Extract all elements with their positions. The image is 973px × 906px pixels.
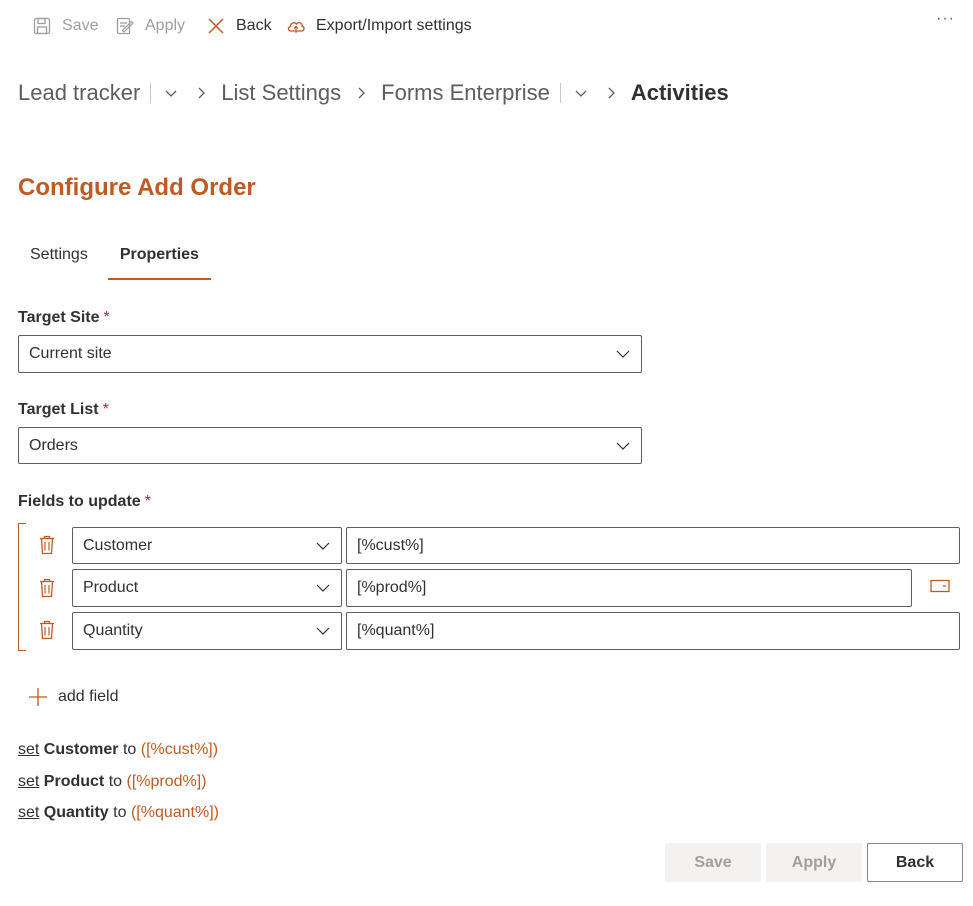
fields-to-update-label: Fields to update *: [18, 493, 151, 511]
breadcrumb: Lead tracker List Settings Forms Enterpr…: [18, 76, 729, 110]
chevron-right-icon: [193, 85, 209, 101]
back-command[interactable]: Back: [206, 14, 272, 38]
required-marker: *: [102, 401, 109, 418]
tab-bar: Settings Properties: [18, 240, 219, 282]
breadcrumb-item-activities: Activities: [630, 80, 729, 105]
expression-editor-icon[interactable]: [930, 578, 950, 594]
delete-row-button[interactable]: [37, 619, 57, 641]
delete-row-button[interactable]: [37, 577, 57, 599]
trash-icon: [40, 578, 54, 598]
summary-field: Customer: [43, 741, 119, 758]
summary-to: to: [122, 741, 137, 758]
summary-value: ([%quant%]): [130, 804, 219, 821]
apply-command-label: Apply: [145, 17, 186, 34]
page-title: Configure Add Order: [18, 174, 256, 201]
breadcrumb-item-forms-enterprise[interactable]: Forms Enterprise: [381, 80, 550, 106]
target-site-label-text: Target Site: [18, 309, 100, 326]
save-button[interactable]: Save: [665, 843, 761, 882]
field-select-product[interactable]: Product: [72, 569, 342, 607]
save-command[interactable]: Save: [32, 14, 98, 38]
apply-button[interactable]: Apply: [766, 843, 862, 882]
chevron-down-icon: [616, 350, 630, 358]
summary-to: to: [108, 773, 123, 790]
summary-to: to: [113, 804, 127, 821]
chevron-down-icon: [616, 442, 630, 450]
target-list-label: Target List *: [18, 401, 109, 419]
cloud-sync-icon: [287, 21, 305, 33]
field-select-value: Product: [83, 579, 139, 596]
chevron-down-icon[interactable]: [573, 85, 589, 101]
fields-to-update-label-text: Fields to update: [18, 493, 141, 510]
required-marker: *: [144, 493, 151, 510]
command-bar: Save Apply Back Export/Import settings ·…: [0, 0, 973, 52]
field-select-value: Quantity: [83, 622, 143, 639]
add-field-label: add field: [58, 688, 119, 705]
set-keyword[interactable]: set: [18, 741, 39, 758]
target-site-value: Current site: [29, 345, 112, 362]
summary-line: set Quantity to ([%quant%]): [18, 804, 219, 822]
target-list-dropdown[interactable]: Orders: [18, 427, 642, 464]
field-value-input-product[interactable]: [%prod%]: [346, 569, 912, 607]
field-select-quantity[interactable]: Quantity: [72, 612, 342, 650]
breadcrumb-item-list-settings[interactable]: List Settings: [221, 80, 341, 106]
target-site-label: Target Site *: [18, 309, 110, 327]
summary-field: Quantity: [43, 804, 109, 821]
fields-group-bracket: [18, 523, 26, 651]
back-button[interactable]: Back: [867, 843, 963, 882]
breadcrumb-divider: [150, 83, 152, 103]
apply-command[interactable]: Apply: [115, 14, 185, 38]
back-command-label: Back: [236, 17, 272, 34]
save-icon: [33, 17, 51, 35]
target-list-label-text: Target List: [18, 401, 99, 418]
field-select-customer[interactable]: Customer: [72, 527, 342, 564]
field-value-text: [%quant%]: [357, 622, 435, 639]
delete-row-button[interactable]: [37, 534, 57, 556]
export-import-command[interactable]: Export/Import settings: [286, 14, 472, 38]
field-value-input-quantity[interactable]: [%quant%]: [346, 612, 960, 650]
field-value-input-customer[interactable]: [%cust%]: [346, 527, 960, 564]
export-import-command-label: Export/Import settings: [316, 17, 472, 34]
summary-line: set Customer to ([%cust%]): [18, 741, 218, 759]
field-select-value: Customer: [83, 536, 153, 554]
chevron-right-icon: [603, 85, 619, 101]
field-value-text: [%prod%]: [357, 579, 427, 596]
target-list-value: Orders: [29, 436, 78, 454]
tab-settings[interactable]: Settings: [18, 240, 100, 280]
tab-properties[interactable]: Properties: [107, 240, 212, 280]
set-keyword[interactable]: set: [18, 773, 39, 790]
breadcrumb-divider: [559, 83, 561, 103]
breadcrumb-item-lead-tracker[interactable]: Lead tracker: [18, 80, 140, 106]
chevron-down-icon: [316, 542, 330, 550]
summary-value: ([%prod%]): [126, 773, 207, 790]
summary-value: ([%cust%]): [140, 741, 219, 758]
trash-icon: [40, 535, 54, 555]
chevron-down-icon: [316, 584, 330, 592]
summary-field: Product: [43, 773, 105, 790]
close-icon: [208, 18, 224, 34]
set-keyword[interactable]: set: [18, 804, 39, 821]
chevron-right-icon: [353, 85, 369, 101]
summary-line: set Product to ([%prod%]): [18, 773, 207, 791]
save-command-label: Save: [62, 17, 99, 34]
field-value-text: [%cust%]: [357, 536, 424, 554]
required-marker: *: [103, 309, 110, 326]
plus-icon: [29, 688, 47, 706]
more-options-icon[interactable]: ···: [936, 10, 955, 28]
chevron-down-icon[interactable]: [163, 85, 179, 101]
add-field-button[interactable]: add field: [28, 684, 119, 710]
target-site-dropdown[interactable]: Current site: [18, 335, 642, 373]
chevron-down-icon: [316, 627, 330, 635]
trash-icon: [40, 620, 54, 640]
apply-icon: [116, 17, 134, 35]
